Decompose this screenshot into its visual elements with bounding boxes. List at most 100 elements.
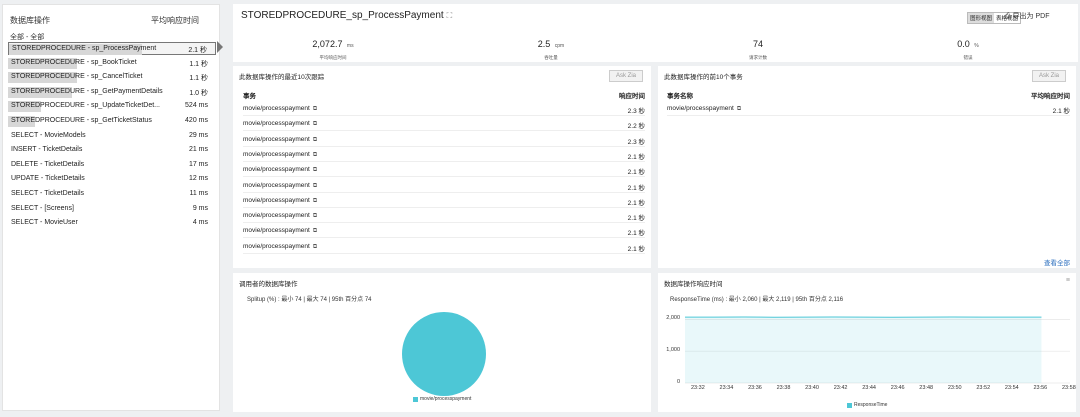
- list-item[interactable]: SELECT - MovieModels 29 ms: [8, 130, 216, 143]
- operation-time: 12 ms: [188, 175, 208, 183]
- external-link-icon[interactable]: ⧉: [313, 183, 317, 189]
- ask-zia-button[interactable]: Ask Zia: [1032, 70, 1066, 82]
- table-row[interactable]: movie/processpayment ⧉ 2.1 秒: [243, 178, 645, 193]
- list-item[interactable]: SELECT - [Screens] 9 ms: [8, 203, 216, 216]
- table-row[interactable]: movie/processpayment ⧉ 2.3 秒: [243, 132, 645, 147]
- transaction-link[interactable]: movie/processpayment: [243, 120, 310, 127]
- y-tick-label: 0: [676, 379, 680, 385]
- list-item[interactable]: UPDATE - TicketDetails 12 ms: [8, 173, 216, 186]
- table-row[interactable]: movie/processpayment ⧉ 2.1 秒: [243, 239, 645, 254]
- list-item[interactable]: STOREDPROCEDURE - sp_UpdateTicketDet... 5…: [8, 100, 216, 113]
- stat-throughput: 2.5 cpm 吞吐量: [537, 39, 565, 60]
- transaction-link[interactable]: movie/processpayment: [667, 105, 734, 112]
- external-link-icon[interactable]: ⧉: [313, 121, 317, 127]
- list-item[interactable]: STOREDPROCEDURE - sp_CancelTicket 1.1 秒: [8, 71, 216, 84]
- expand-icon[interactable]: ⛶: [447, 11, 453, 20]
- operation-name: STOREDPROCEDURE - sp_ProcessPayment: [12, 45, 157, 52]
- external-link-icon[interactable]: ⧉: [313, 137, 317, 143]
- table-row[interactable]: movie/processpayment ⧉ 2.1 秒: [243, 147, 645, 162]
- stat-avg-response: 2,072.7 ms 平均响应时间: [312, 39, 354, 60]
- list-item[interactable]: DELETE - TicketDetails 17 ms: [8, 159, 216, 172]
- col-header-operation: 数据库操作: [10, 16, 50, 25]
- recent-traces-panel: 此数据库操作的最近10次跟踪 Ask Zia 事务 响应时间 movie/pro…: [233, 66, 651, 268]
- operation-time: 17 ms: [188, 160, 208, 168]
- list-item[interactable]: STOREDPROCEDURE - sp_BookTicket 1.1 秒: [8, 57, 216, 70]
- page-title: STOREDPROCEDURE_sp_ProcessPayment ⛶: [241, 10, 453, 21]
- panel-title: 此数据库操作的前10个事务: [664, 74, 743, 81]
- operation-name: INSERT - TicketDetails: [11, 146, 83, 154]
- list-item[interactable]: SELECT - TicketDetails 11 ms: [8, 188, 216, 201]
- transaction-link[interactable]: movie/processpayment: [243, 136, 310, 143]
- transaction-link[interactable]: movie/processpayment: [243, 105, 310, 112]
- external-link-icon[interactable]: ⧉: [313, 167, 317, 173]
- area-legend: ResponseTime: [847, 402, 887, 408]
- external-link-icon[interactable]: ⧉: [313, 152, 317, 158]
- x-tick-label: 23:36: [748, 385, 762, 391]
- export-pdf-button[interactable]: ⎙ 导出为 PDF: [1005, 11, 1050, 21]
- operation-time: 29 ms: [188, 131, 208, 139]
- transaction-link[interactable]: movie/processpayment: [243, 243, 310, 250]
- x-tick-label: 23:58: [1062, 385, 1076, 391]
- table-row[interactable]: movie/processpayment ⧉ 2.1 秒: [667, 101, 1070, 116]
- external-link-icon[interactable]: ⧉: [313, 198, 317, 204]
- transaction-link[interactable]: movie/processpayment: [243, 197, 310, 204]
- selected-arrow-icon: [217, 41, 223, 53]
- view-all-link[interactable]: 查看全部: [1044, 257, 1070, 267]
- list-item[interactable]: STOREDPROCEDURE - sp_ProcessPayment 2.1 秒: [8, 42, 216, 55]
- operation-time: 1.1 秒: [189, 75, 208, 83]
- response-time: 2.1 秒: [627, 184, 645, 192]
- ask-zia-button[interactable]: Ask Zia: [609, 70, 643, 82]
- operation-time: 524 ms: [185, 102, 208, 110]
- table-row[interactable]: movie/processpayment ⧉ 2.1 秒: [243, 208, 645, 224]
- table-row[interactable]: movie/processpayment ⧉ 2.2 秒: [243, 116, 645, 132]
- external-link-icon[interactable]: ⧉: [313, 106, 317, 112]
- operation-name: UPDATE - TicketDetails: [11, 175, 85, 183]
- external-link-icon[interactable]: ⧉: [313, 244, 317, 250]
- transaction-link[interactable]: movie/processpayment: [243, 151, 310, 158]
- pie-slice[interactable]: [402, 312, 486, 396]
- panel-title: 此数据库操作的最近10次跟踪: [239, 74, 325, 81]
- operation-name: STOREDPROCEDURE - sp_CancelTicket: [11, 73, 143, 81]
- operation-time: 420 ms: [185, 117, 208, 124]
- list-item[interactable]: SELECT - MovieUser 4 ms: [8, 217, 216, 230]
- operation-name: STOREDPROCEDURE - sp_GetTicketStatus: [11, 117, 152, 124]
- legend-swatch: [413, 396, 418, 402]
- external-link-icon[interactable]: ⧉: [313, 213, 317, 219]
- operation-name: STOREDPROCEDURE - sp_UpdateTicketDet...: [11, 102, 160, 110]
- list-item[interactable]: STOREDPROCEDURE - sp_GetTicketStatus 420 …: [8, 115, 216, 128]
- transaction-link[interactable]: movie/processpayment: [243, 166, 310, 173]
- list-item[interactable]: STOREDPROCEDURE - sp_GetPaymentDetails 1.…: [8, 86, 216, 99]
- response-time: 2.1 秒: [627, 169, 645, 177]
- response-time: 2.1 秒: [627, 199, 645, 207]
- operation-name: SELECT - MovieModels: [11, 131, 86, 139]
- external-link-icon[interactable]: ⧉: [737, 106, 741, 112]
- response-time: 2.1 秒: [627, 215, 645, 223]
- table-row[interactable]: movie/processpayment ⧉ 2.1 秒: [243, 193, 645, 208]
- operation-name: STOREDPROCEDURE - sp_GetPaymentDetails: [11, 87, 163, 95]
- transaction-link[interactable]: movie/processpayment: [243, 212, 310, 219]
- operation-time: 1.1 秒: [189, 60, 208, 68]
- x-tick-label: 23:56: [1033, 385, 1048, 391]
- x-tick-label: 23:44: [862, 385, 876, 391]
- x-tick-label: 23:32: [691, 385, 705, 391]
- response-time: 2.1 秒: [627, 230, 645, 238]
- caller-pie-panel: 调用者的数据库操作 Splitup (%) : 最小 74 | 最大 74 | …: [233, 273, 651, 412]
- transaction-link[interactable]: movie/processpayment: [243, 182, 310, 189]
- col-header-avg-time: 平均响应时间: [151, 16, 199, 25]
- external-link-icon[interactable]: ⧉: [313, 228, 317, 234]
- table-row[interactable]: movie/processpayment ⧉ 2.1 秒: [243, 223, 645, 239]
- chart-view-button[interactable]: 图形视图: [968, 13, 995, 23]
- x-tick-label: 23:38: [776, 385, 791, 391]
- response-time: 2.1 秒: [627, 245, 645, 253]
- transaction-link[interactable]: movie/processpayment: [243, 227, 310, 234]
- operation-time: 2.1 秒: [188, 47, 207, 54]
- list-item[interactable]: INSERT - TicketDetails 21 ms: [8, 144, 216, 157]
- table-row[interactable]: movie/processpayment ⧉ 2.3 秒: [243, 101, 645, 116]
- response-area: [685, 316, 1042, 383]
- filter-all[interactable]: 全部 - 全部: [10, 32, 44, 42]
- operation-name: DELETE - TicketDetails: [11, 160, 85, 168]
- x-tick-label: 23:54: [1004, 385, 1019, 391]
- top-transactions-panel: 此数据库操作的前10个事务 Ask Zia 事务名称 平均响应时间 movie/…: [658, 66, 1076, 268]
- operation-time: 11 ms: [189, 190, 208, 197]
- table-row[interactable]: movie/processpayment ⧉ 2.1 秒: [243, 162, 645, 178]
